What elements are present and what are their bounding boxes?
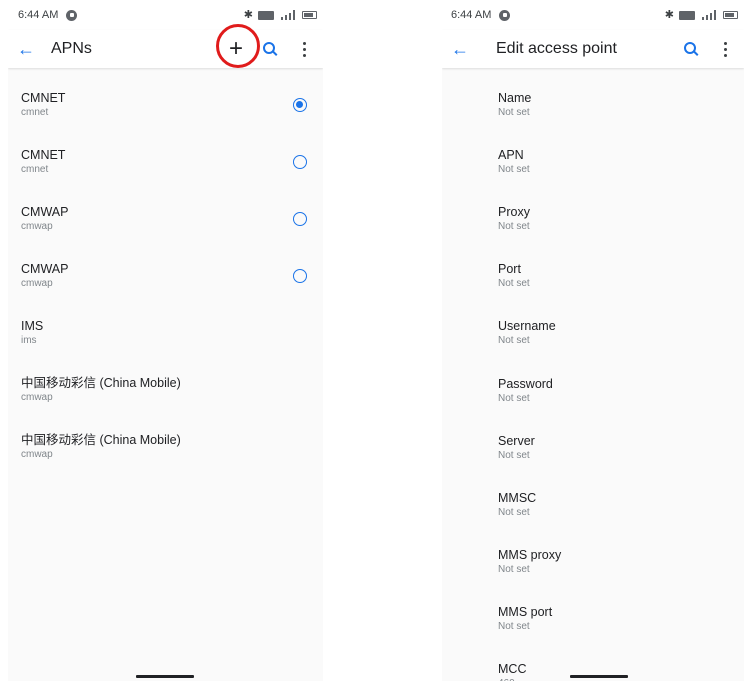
setting-label: Name — [498, 90, 532, 105]
apn-list-item[interactable]: 中国移动彩信 (China Mobile) cmwap — [8, 361, 323, 418]
apn-name: CMWAP — [21, 204, 69, 219]
bluetooth-icon: ✱ — [664, 8, 674, 21]
setting-label: Password — [498, 376, 553, 391]
status-time: 6:44 AM — [451, 9, 492, 21]
battery-icon — [302, 11, 317, 19]
more-options-button[interactable] — [289, 34, 319, 64]
search-icon — [684, 42, 696, 54]
hd-volte-icon — [679, 10, 695, 20]
apn-setting-username[interactable]: Username Not set — [442, 305, 744, 362]
page-title: APNs — [51, 40, 92, 57]
notification-icon — [499, 9, 511, 21]
search-button[interactable] — [255, 34, 285, 64]
setting-label: Username — [498, 319, 556, 334]
setting-value: Not set — [498, 564, 530, 576]
apn-setting-password[interactable]: Password Not set — [442, 362, 744, 419]
bluetooth-icon: ✱ — [243, 8, 253, 21]
apn-subtitle: cmnet — [21, 106, 49, 118]
apn-name: IMS — [21, 318, 44, 333]
gesture-nav-handle[interactable] — [570, 675, 628, 678]
more-options-button[interactable] — [710, 34, 740, 64]
apn-subtitle: ims — [21, 334, 37, 346]
notification-icon — [66, 9, 78, 21]
apn-list-item[interactable]: CMNET cmnet — [8, 76, 323, 133]
apn-setting-port[interactable]: Port Not set — [442, 248, 744, 305]
apn-name: 中国移动彩信 (China Mobile) — [21, 375, 181, 390]
setting-label: Server — [498, 433, 535, 448]
apn-setting-mms-proxy[interactable]: MMS proxy Not set — [442, 534, 744, 591]
setting-value: Not set — [498, 449, 530, 461]
apn-subtitle: cmwap — [21, 220, 53, 232]
setting-value: Not set — [498, 163, 530, 175]
setting-value: Not set — [498, 506, 530, 518]
apn-radio-button[interactable] — [293, 268, 307, 283]
apn-radio-button[interactable] — [293, 154, 307, 169]
more-vert-icon — [302, 41, 306, 57]
signal-icon — [700, 10, 718, 20]
gesture-nav-handle[interactable] — [136, 675, 194, 678]
apn-subtitle: cmnet — [21, 163, 49, 175]
setting-value: Not set — [498, 106, 530, 118]
app-bar: ← Edit access point — [442, 30, 744, 68]
apn-radio-button[interactable] — [293, 97, 307, 112]
apn-name: 中国移动彩信 (China Mobile) — [21, 432, 181, 447]
apn-subtitle: cmwap — [21, 448, 53, 460]
status-time: 6:44 AM — [18, 9, 59, 21]
search-button[interactable] — [676, 34, 706, 64]
search-icon — [263, 42, 275, 54]
app-bar: ← APNs + — [8, 30, 323, 68]
setting-value: Not set — [498, 621, 530, 633]
apn-setting-proxy[interactable]: Proxy Not set — [442, 190, 744, 247]
apn-settings-list: Name Not set APN Not set Proxy Not set Port Not… — [442, 68, 744, 681]
apns-screen: 6:44 AM ✱ ← APNs + CMNET cmnet CMNET cmn… — [8, 0, 323, 681]
add-apn-button[interactable]: + — [221, 34, 251, 64]
more-vert-icon — [723, 41, 727, 57]
apn-list-item[interactable]: CMWAP cmwap — [8, 247, 323, 304]
setting-label: MMS proxy — [498, 548, 562, 563]
apn-name: CMWAP — [21, 261, 69, 276]
setting-value: Not set — [498, 278, 530, 290]
apn-setting-mms-port[interactable]: MMS port Not set — [442, 591, 744, 648]
apn-list-item[interactable]: CMNET cmnet — [8, 133, 323, 190]
setting-label: Proxy — [498, 204, 530, 219]
setting-value: Not set — [498, 335, 530, 347]
apn-setting-name[interactable]: Name Not set — [442, 76, 744, 133]
arrow-back-icon[interactable]: ← — [448, 37, 472, 61]
apn-subtitle: cmwap — [21, 391, 53, 403]
apn-list-item[interactable]: CMWAP cmwap — [8, 190, 323, 247]
setting-label: MMS port — [498, 605, 553, 620]
apn-name: CMNET — [21, 90, 66, 105]
edit-access-point-screen: 6:44 AM ✱ ← Edit access point Name Not se… — [442, 0, 744, 681]
setting-value: Not set — [498, 220, 530, 232]
hd-volte-icon — [258, 10, 274, 20]
apn-name: CMNET — [21, 147, 66, 162]
page-title: Edit access point — [496, 40, 617, 57]
plus-icon: + — [228, 35, 243, 62]
battery-icon — [723, 11, 738, 19]
setting-value: Not set — [498, 392, 530, 404]
apn-setting-apn[interactable]: APN Not set — [442, 133, 744, 190]
apn-setting-mmsc[interactable]: MMSC Not set — [442, 476, 744, 533]
setting-label: APN — [498, 147, 524, 162]
arrow-back-icon[interactable]: ← — [14, 37, 38, 61]
apn-radio-button[interactable] — [293, 211, 307, 226]
apn-list-item[interactable]: IMS ims — [8, 304, 323, 361]
apn-setting-server[interactable]: Server Not set — [442, 419, 744, 476]
status-bar: 6:44 AM ✱ — [442, 0, 744, 30]
signal-icon — [279, 10, 297, 20]
setting-label: MMSC — [498, 490, 537, 505]
apn-list-item[interactable]: 中国移动彩信 (China Mobile) cmwap — [8, 418, 323, 475]
setting-label: Port — [498, 262, 521, 277]
apn-subtitle: cmwap — [21, 277, 53, 289]
apn-list: CMNET cmnet CMNET cmnet CMWAP cmwap CMWAP cmwap… — [8, 68, 323, 475]
status-bar: 6:44 AM ✱ — [8, 0, 323, 30]
